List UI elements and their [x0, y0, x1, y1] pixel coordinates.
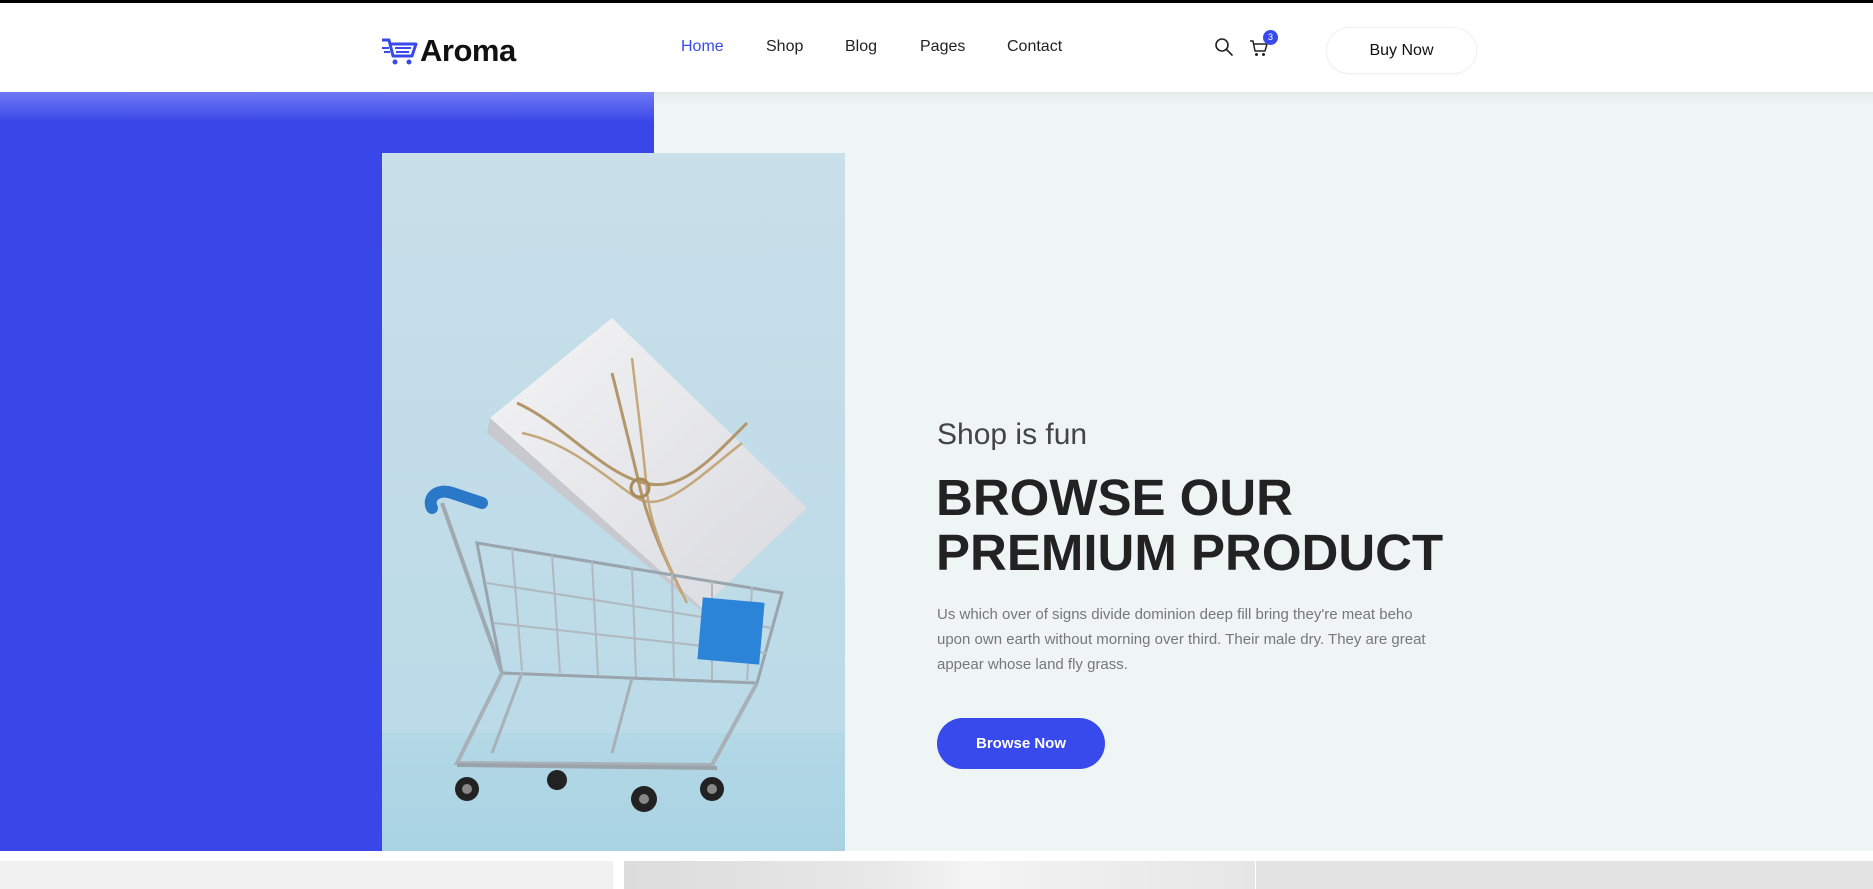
cart-logo-icon: [382, 38, 418, 65]
hero-image-shopping-cart: [382, 153, 845, 851]
product-card[interactable]: [0, 861, 613, 889]
hero-title-line-2: PREMIUM PRODUCT: [936, 524, 1444, 581]
product-card[interactable]: [624, 861, 1255, 889]
blue-panel-fade: [0, 92, 654, 122]
hero-section: Shop is fun BROWSE OUR PREMIUM PRODUCT U…: [0, 92, 1873, 851]
logo[interactable]: Aroma: [382, 33, 516, 69]
nav-contact[interactable]: Contact: [1007, 38, 1062, 56]
cart-count-badge: 3: [1263, 30, 1278, 45]
hero-subtitle: Shop is fun: [937, 418, 1088, 451]
hero-description: Us which over of signs divide dominion d…: [937, 606, 1426, 673]
browse-now-button[interactable]: Browse Now: [937, 718, 1105, 769]
buy-now-button[interactable]: Buy Now: [1326, 27, 1477, 74]
site-header: Aroma Home Shop Blog Pages Contact 3 Buy…: [0, 3, 1873, 92]
nav-shop[interactable]: Shop: [766, 38, 803, 56]
shopping-cart-gift-illustration: [382, 318, 845, 851]
nav-blog[interactable]: Blog: [845, 38, 877, 56]
nav-pages[interactable]: Pages: [920, 38, 965, 56]
hero-title: BROWSE OUR PREMIUM PRODUCT: [936, 470, 1443, 580]
hero-title-line-1: BROWSE OUR: [936, 469, 1293, 526]
search-icon[interactable]: [1214, 37, 1234, 57]
nav-home[interactable]: Home: [681, 38, 724, 56]
product-card[interactable]: [1256, 861, 1873, 889]
product-cards-strip: [0, 851, 1873, 889]
logo-text: Aroma: [420, 33, 516, 68]
